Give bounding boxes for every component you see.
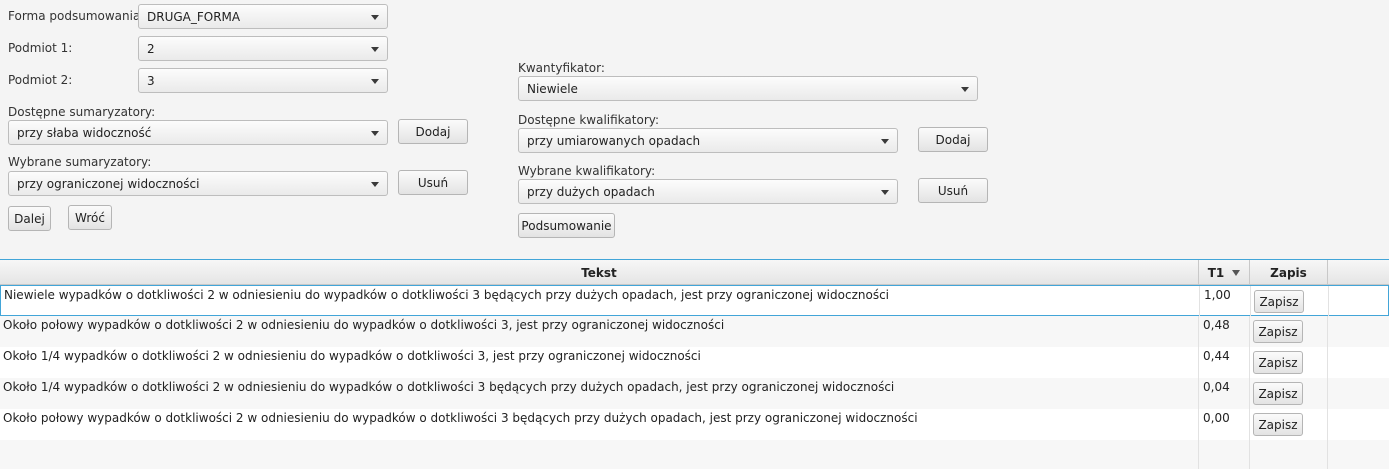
column-header-zapis[interactable]: Zapis <box>1250 260 1328 285</box>
subject2-label: Podmiot 2: <box>8 73 73 87</box>
available-qualifiers-value: przy umiarowanych opadach <box>527 133 701 148</box>
column-header-t1[interactable]: T1 <box>1199 260 1250 285</box>
remove-summarizer-button[interactable]: Usuń <box>398 170 468 195</box>
t1-cell: 0,00 <box>1199 409 1250 440</box>
available-qualifiers-select[interactable]: przy umiarowanych opadach <box>518 128 898 153</box>
available-qualifiers-label: Dostępne kwalifikatory: <box>518 113 660 127</box>
text-cell: Około 1/4 wypadków o dotkliwości 2 w odn… <box>0 378 1199 409</box>
empty-cell <box>1250 440 1328 469</box>
selected-summarizers-value: przy ograniczonej widoczności <box>17 176 200 191</box>
table-row[interactable]: Niewiele wypadków o dotkliwości 2 w odni… <box>0 285 1389 317</box>
action-cell: Zapisz <box>1251 286 1329 317</box>
chevron-down-icon <box>371 79 379 84</box>
save-button[interactable]: Zapisz <box>1253 320 1303 343</box>
summary-form-value: DRUGA_FORMA <box>147 9 241 24</box>
action-cell: Zapisz <box>1250 347 1328 378</box>
t1-cell: 1,00 <box>1200 286 1251 317</box>
selected-qualifiers-value: przy dużych opadach <box>527 184 655 199</box>
selected-summarizers-label: Wybrane sumaryzatory: <box>8 155 152 169</box>
table-row[interactable]: Około połowy wypadków o dotkliwości 2 w … <box>0 316 1389 347</box>
add-qualifier-button[interactable]: Dodaj <box>918 127 988 152</box>
chevron-down-icon <box>961 87 969 92</box>
chevron-down-icon <box>881 190 889 195</box>
available-summarizers-select[interactable]: przy słaba widoczność <box>8 120 388 145</box>
text-cell: Niewiele wypadków o dotkliwości 2 w odni… <box>1 286 1200 317</box>
save-button[interactable]: Zapisz <box>1254 290 1304 313</box>
table-row[interactable]: Około połowy wypadków o dotkliwości 2 w … <box>0 409 1389 440</box>
chevron-down-icon <box>371 131 379 136</box>
remove-qualifier-button[interactable]: Usuń <box>918 178 988 203</box>
summary-form-select[interactable]: DRUGA_FORMA <box>138 4 388 29</box>
summary-form-label: Forma podsumowania: <box>8 9 145 23</box>
available-summarizers-value: przy słaba widoczność <box>17 125 152 140</box>
save-button[interactable]: Zapisz <box>1253 413 1303 436</box>
empty-cell <box>1199 440 1250 469</box>
subject1-select[interactable]: 2 <box>138 36 388 61</box>
quantifier-select[interactable]: Niewiele <box>518 76 978 101</box>
save-button[interactable]: Zapisz <box>1253 382 1303 405</box>
sort-descending-icon <box>1232 269 1241 276</box>
subject2-value: 3 <box>147 73 155 88</box>
table-row[interactable]: Około 1/4 wypadków o dotkliwości 2 w odn… <box>0 347 1389 378</box>
subject2-select[interactable]: 3 <box>138 68 388 93</box>
summary-button[interactable]: Podsumowanie <box>518 213 615 238</box>
table-row[interactable]: Około 1/4 wypadków o dotkliwości 2 w odn… <box>0 378 1389 409</box>
next-button[interactable]: Dalej <box>8 206 51 231</box>
action-cell: Zapisz <box>1250 316 1328 347</box>
action-cell: Zapisz <box>1250 378 1328 409</box>
save-button[interactable]: Zapisz <box>1253 351 1303 374</box>
subject1-label: Podmiot 1: <box>8 41 73 55</box>
text-cell: Około połowy wypadków o dotkliwości 2 w … <box>0 316 1199 347</box>
selected-qualifiers-label: Wybrane kwalifikatory: <box>518 164 656 178</box>
empty-cell <box>0 440 1199 469</box>
add-summarizer-button[interactable]: Dodaj <box>398 119 468 144</box>
text-cell: Około połowy wypadków o dotkliwości 2 w … <box>0 409 1199 440</box>
selected-qualifiers-select[interactable]: przy dużych opadach <box>518 179 898 204</box>
selected-summarizers-select[interactable]: przy ograniczonej widoczności <box>8 171 388 196</box>
results-table: Tekst T1 Zapis Niewiele wypadków o dotkl… <box>0 259 1389 469</box>
subject1-value: 2 <box>147 41 155 56</box>
chevron-down-icon <box>371 182 379 187</box>
text-cell: Około 1/4 wypadków o dotkliwości 2 w odn… <box>0 347 1199 378</box>
available-summarizers-label: Dostępne sumaryzatory: <box>8 105 156 119</box>
table-header: Tekst T1 Zapis <box>0 260 1389 285</box>
chevron-down-icon <box>881 139 889 144</box>
t1-cell: 0,44 <box>1199 347 1250 378</box>
t1-cell: 0,04 <box>1199 378 1250 409</box>
chevron-down-icon <box>371 47 379 52</box>
action-cell: Zapisz <box>1250 409 1328 440</box>
empty-row <box>0 440 1389 469</box>
t1-cell: 0,48 <box>1199 316 1250 347</box>
column-header-text[interactable]: Tekst <box>0 260 1199 285</box>
quantifier-value: Niewiele <box>527 81 578 96</box>
chevron-down-icon <box>371 15 379 20</box>
back-button[interactable]: Wróć <box>68 205 112 230</box>
quantifier-label: Kwantyfikator: <box>518 61 605 75</box>
